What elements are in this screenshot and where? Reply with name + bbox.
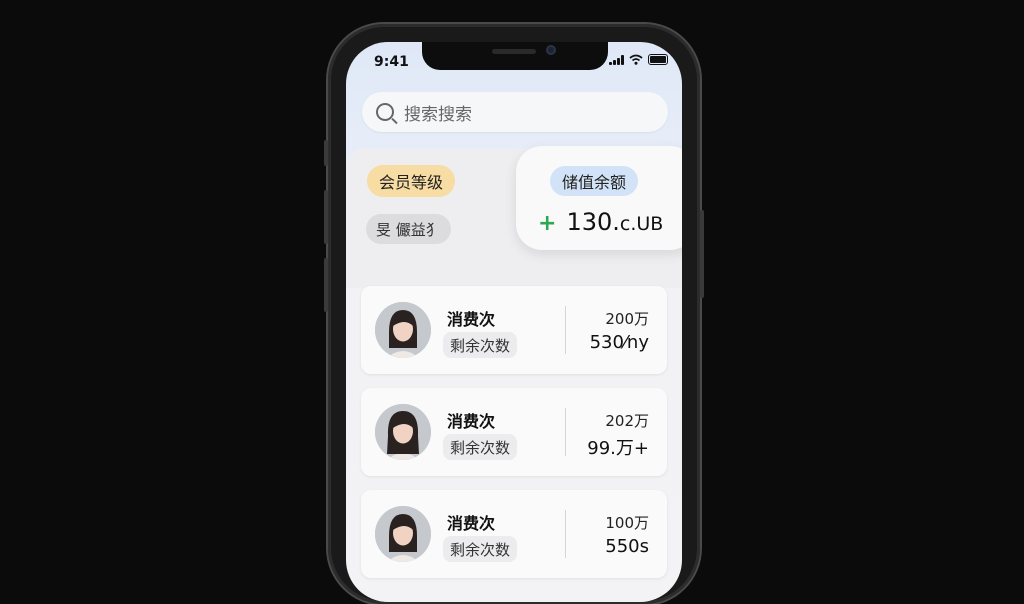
balance-unit: c.UB [619, 213, 664, 235]
divider [565, 306, 566, 354]
record-tag: 剩余次数 [443, 332, 518, 358]
record-tag: 剩余次数 [443, 434, 518, 460]
side-button-left-3 [324, 258, 328, 312]
avatar [375, 506, 431, 562]
divider [565, 408, 566, 456]
record-title: 消费次 [447, 310, 496, 329]
plus-icon[interactable]: + [538, 211, 556, 236]
status-time: 9:41 [374, 54, 409, 70]
record-bottom-value: 530⁄ny [589, 332, 649, 353]
divider [565, 510, 566, 558]
notch [422, 42, 608, 70]
side-button-left-2 [324, 190, 328, 244]
camera [546, 45, 556, 55]
phone-screen: 9:41 搜索搜索 会员等级 旻 儼益犭 储值余额 + 130. c.UB 消费… [346, 42, 682, 602]
record-title: 消费次 [447, 412, 496, 431]
battery-icon [648, 54, 668, 65]
record-card[interactable]: 消费次 剩余次数 202万 99.万+ [361, 388, 667, 476]
balance-amount: + 130. c.UB [538, 208, 663, 236]
record-bottom-value: 99.万+ [587, 438, 649, 459]
portrait-image [375, 302, 431, 358]
record-bottom-value: 550s [605, 536, 649, 557]
portrait-image [375, 506, 431, 562]
balance-card[interactable]: 储值余额 + 130. c.UB [516, 146, 682, 250]
status-icons [609, 54, 668, 65]
member-level-badge[interactable]: 会员等级 [367, 165, 456, 197]
search-placeholder: 搜索搜索 [404, 104, 472, 125]
record-tag: 剩余次数 [443, 536, 518, 562]
wifi-icon [629, 54, 643, 65]
avatar [375, 302, 431, 358]
record-top-value: 100万 [605, 514, 649, 532]
balance-value: 130. [566, 208, 620, 236]
signal-icon [609, 54, 624, 65]
portrait-image [375, 404, 431, 460]
record-top-value: 202万 [605, 412, 649, 430]
balance-label: 储值余额 [550, 166, 639, 196]
member-name-tag: 旻 儼益犭 [366, 214, 451, 244]
side-button-right [700, 210, 704, 298]
speaker [492, 49, 536, 54]
avatar [375, 404, 431, 460]
side-button-left-1 [324, 140, 328, 166]
record-card[interactable]: 消费次 剩余次数 100万 550s [361, 490, 667, 578]
record-title: 消费次 [447, 514, 496, 533]
record-top-value: 200万 [605, 310, 649, 328]
record-card[interactable]: 消费次 剩余次数 200万 530⁄ny [361, 286, 667, 374]
search-icon [376, 103, 394, 121]
search-bar[interactable]: 搜索搜索 [362, 92, 668, 132]
